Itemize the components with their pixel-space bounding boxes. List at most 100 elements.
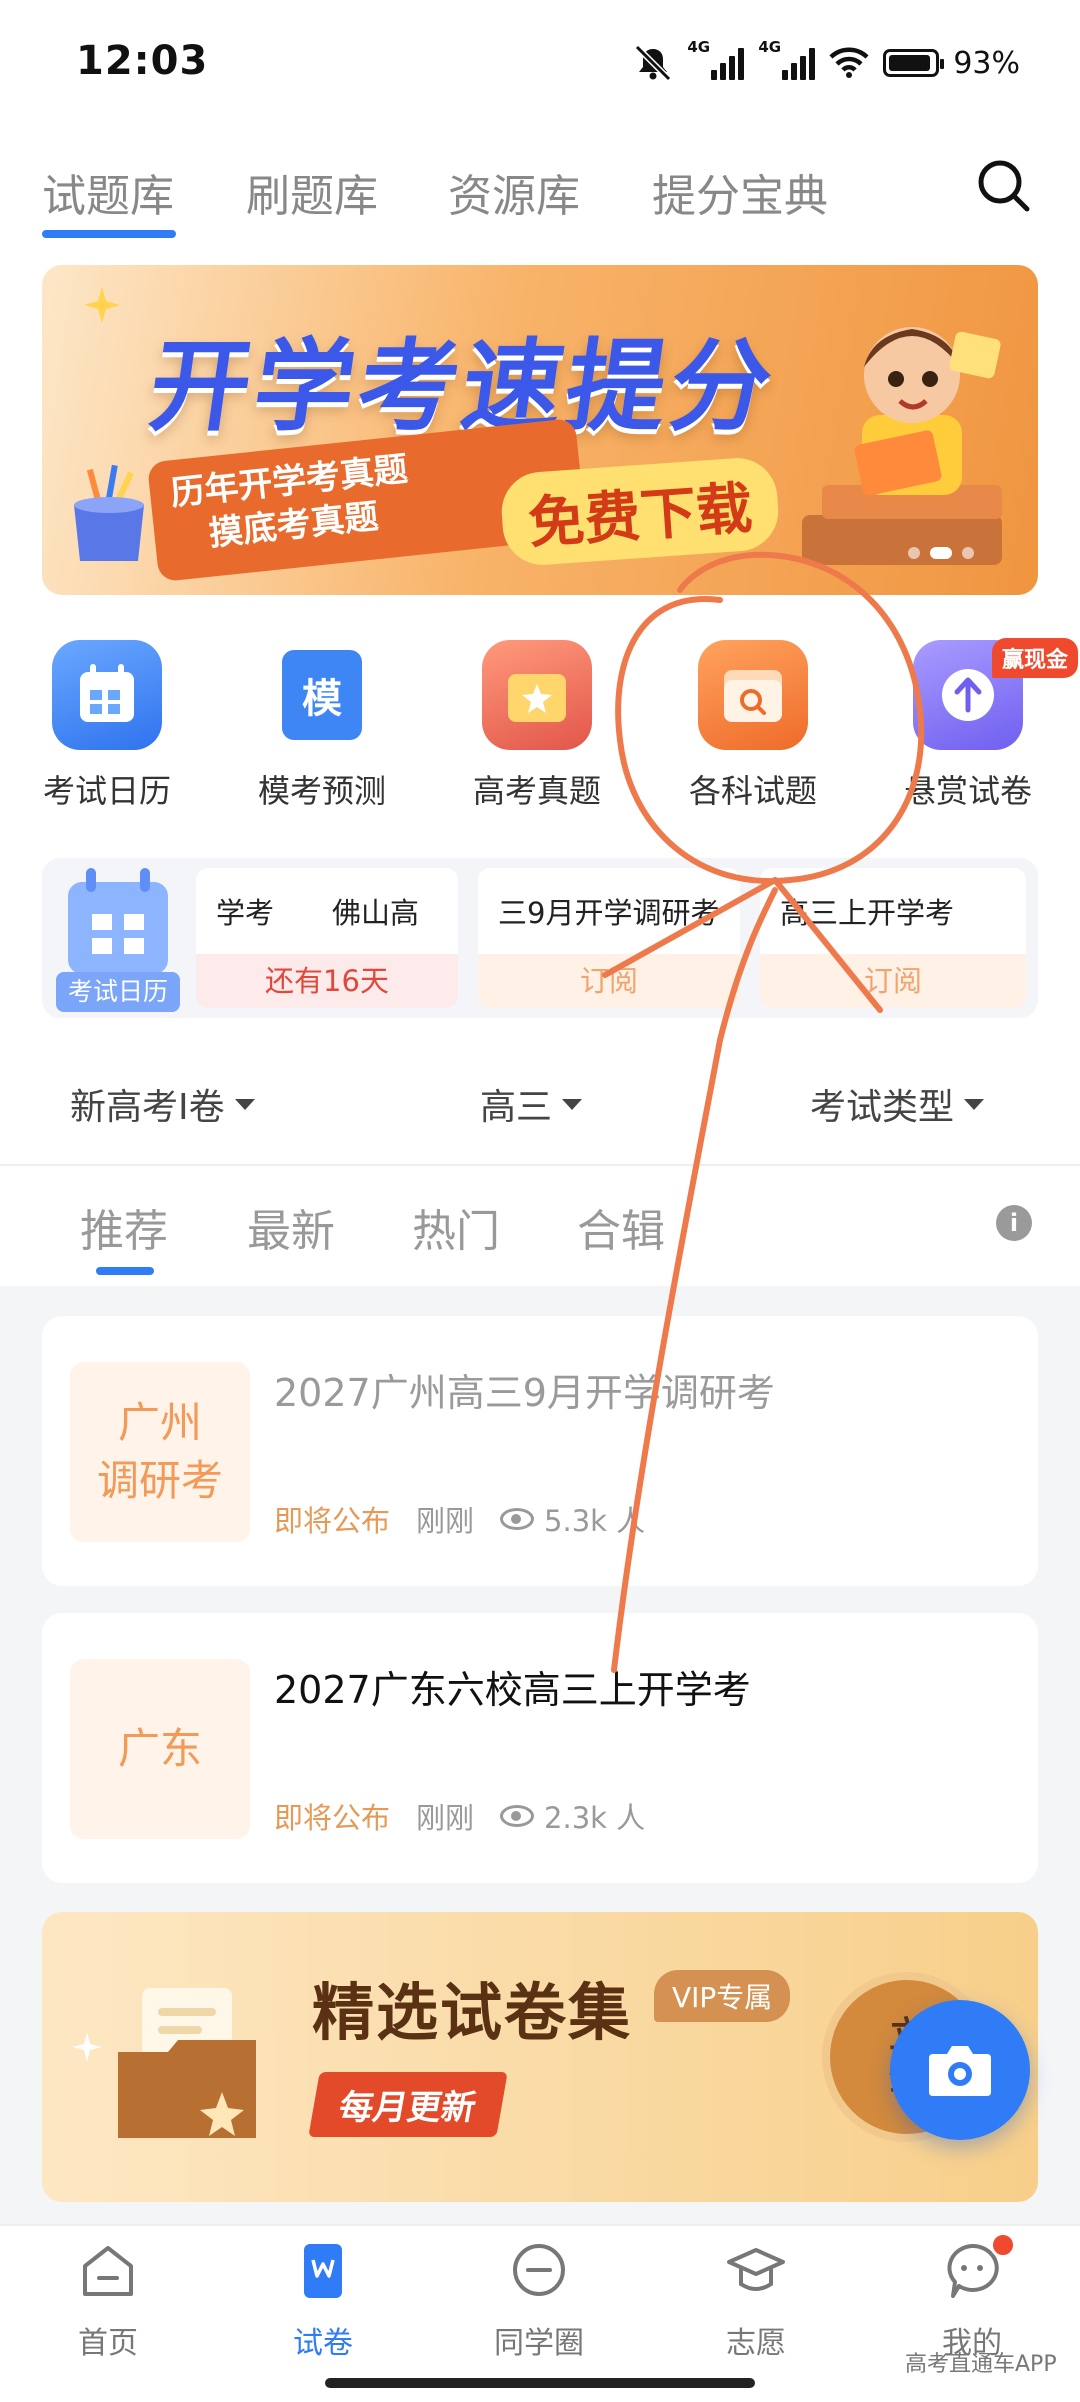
exam-card-name: 学考 佛山高 — [216, 896, 420, 930]
filter-label: 高三 — [480, 1087, 553, 1128]
exam-card[interactable]: 高三上开学考 订阅 — [760, 868, 1026, 1008]
vip-collection-promo[interactable]: 精选试卷集 VIP专属 每月更新 立查 — [42, 1912, 1038, 2202]
battery-icon — [883, 49, 945, 77]
filter-exam-paper-type[interactable]: 新高考Ⅰ卷 — [70, 1078, 255, 1130]
paper-title: 2027广东六校高三上开学考 — [274, 1668, 751, 1712]
paper-views: 5.3k 人 — [500, 1498, 645, 1540]
banner-pagination — [908, 547, 974, 559]
entry-exam-calendar[interactable]: 考试日历 — [7, 640, 207, 812]
battery-level — [889, 55, 931, 71]
top-tab-question-bank[interactable]: 试题库 — [42, 160, 174, 224]
status-bar: 12:03 4G 4G 93% — [0, 0, 1080, 120]
tab-popular[interactable]: 热门 — [412, 1195, 500, 1259]
nav-papers[interactable]: 试卷 — [248, 2240, 398, 2362]
paper-views: 2.3k 人 — [500, 1795, 645, 1837]
net-type-1: 4G — [687, 38, 711, 56]
banner-cta: 免费下载 — [499, 455, 781, 568]
thumb-line1: 广东 — [117, 1724, 202, 1773]
nav-classmates[interactable]: 同学圈 — [464, 2240, 614, 2362]
entry-mock-forecast[interactable]: 模 模考预测 — [222, 640, 422, 812]
exam-card-name: 三9月开学调研考 — [498, 896, 720, 930]
caret-down-icon — [964, 1098, 985, 1110]
filter-label: 考试类型 — [810, 1087, 955, 1128]
paper-meta: 即将公布 刚刚 5.3k 人 — [274, 1498, 645, 1540]
paper-thumbnail: 广州 调研考 — [70, 1362, 250, 1542]
nav-label: 志愿 — [726, 2326, 786, 2361]
banner-dot — [930, 547, 952, 559]
graduation-cap-icon — [727, 2248, 785, 2291]
caret-down-icon — [234, 1098, 255, 1110]
banner-title: 开学考速提分 — [142, 328, 783, 445]
exam-card-countdown: 还有16天 — [196, 954, 458, 1008]
filter-grade[interactable]: 高三 — [480, 1078, 583, 1130]
exam-calendar-label: 考试日历 — [56, 972, 180, 1012]
entry-label: 考试日历 — [42, 772, 171, 810]
exam-card-subscribe[interactable]: 订阅 — [478, 954, 740, 1008]
exam-calendar-shortcut[interactable]: 考试日历 — [48, 860, 188, 1020]
search-icon[interactable] — [976, 158, 1032, 214]
caret-down-icon — [562, 1098, 583, 1110]
nav-label: 试卷 — [293, 2326, 353, 2361]
notification-dot — [990, 2232, 1016, 2258]
promo-banner[interactable]: 开学考速提分 历年开学考真题 摸底考真题 免费下载 — [42, 265, 1038, 595]
camera-icon — [929, 2046, 991, 2096]
tab-collection[interactable]: 合辑 — [577, 1195, 665, 1259]
top-tab-score-guide[interactable]: 提分宝典 — [652, 160, 828, 224]
signal-2-icon: 4G — [758, 38, 816, 80]
search-folder-icon — [698, 640, 808, 750]
camera-search-button[interactable] — [890, 2000, 1030, 2140]
thumb-line2: 调研考 — [96, 1456, 223, 1505]
paper-views-count: 5.3k 人 — [544, 1504, 646, 1538]
mute-bell-icon — [635, 44, 672, 82]
entry-subject-papers[interactable]: 各科试题 — [653, 640, 853, 812]
kid-reading-illustration — [802, 327, 1002, 565]
filter-label: 新高考Ⅰ卷 — [70, 1087, 225, 1128]
paper-views-count: 2.3k 人 — [544, 1801, 646, 1835]
calendar-icon — [52, 640, 162, 750]
paper-card[interactable]: 广东 2027广东六校高三上开学考 即将公布 刚刚 2.3k 人 — [42, 1613, 1038, 1883]
nav-home[interactable]: 首页 — [33, 2240, 183, 2362]
banner-dot — [962, 547, 974, 559]
eye-icon — [500, 1508, 535, 1530]
paper-thumbnail: 广东 — [70, 1659, 250, 1839]
sparkle-icon — [72, 2032, 102, 2062]
status-time: 12:03 — [76, 38, 209, 84]
battery-percent: 93% — [953, 45, 1020, 81]
tab-recommended[interactable]: 推荐 — [80, 1195, 168, 1259]
nav-profile[interactable]: 我的 — [897, 2240, 1047, 2362]
net-type-2: 4G — [758, 38, 782, 56]
entry-gaokao-papers[interactable]: 高考真题 — [437, 640, 637, 812]
calendar-icon — [68, 868, 168, 974]
entry-label: 高考真题 — [472, 772, 601, 810]
star-folder-icon — [482, 640, 592, 750]
exam-card[interactable]: 三9月开学调研考 订阅 — [478, 868, 740, 1008]
reward-badge: 赢现金 — [992, 638, 1079, 678]
info-icon[interactable]: i — [996, 1205, 1032, 1241]
top-tab-practice-bank[interactable]: 刷题库 — [246, 160, 378, 224]
exam-card-subscribe[interactable]: 订阅 — [760, 954, 1026, 1008]
exam-card[interactable]: 学考 佛山高 还有16天 — [196, 868, 458, 1008]
paper-status: 即将公布 — [274, 1801, 391, 1835]
monthly-update-tag: 每月更新 — [308, 2072, 508, 2137]
entry-label: 模考预测 — [257, 772, 386, 810]
wifi-icon — [829, 47, 869, 78]
top-tab-resource-bank[interactable]: 资源库 — [448, 160, 580, 224]
paper-card[interactable]: 广州 调研考 2027广州高三9月开学调研考 即将公布 刚刚 5.3k 人 — [42, 1316, 1038, 1586]
banner-dot — [908, 547, 920, 559]
mock-exam-glyph: 模 — [282, 650, 362, 740]
entry-label: 各科试题 — [688, 772, 817, 810]
sparkle-icon — [84, 287, 120, 323]
filter-exam-type[interactable]: 考试类型 — [810, 1078, 985, 1130]
pen-cup-icon — [74, 465, 144, 561]
paper-title: 2027广州高三9月开学调研考 — [274, 1371, 775, 1415]
signal-1-icon: 4G — [687, 38, 745, 80]
chat-circle-icon — [513, 2244, 565, 2296]
nav-aspiration[interactable]: 志愿 — [681, 2240, 831, 2362]
paper-time: 刚刚 — [416, 1801, 475, 1835]
status-icons: 4G 4G 93% — [633, 38, 1020, 88]
sub-tab-indicator — [96, 1267, 154, 1275]
tab-latest[interactable]: 最新 — [247, 1195, 335, 1259]
mock-exam-icon: 模 — [267, 640, 377, 750]
home-indicator[interactable] — [325, 2378, 755, 2388]
entry-label: 悬赏试卷 — [903, 772, 1032, 810]
